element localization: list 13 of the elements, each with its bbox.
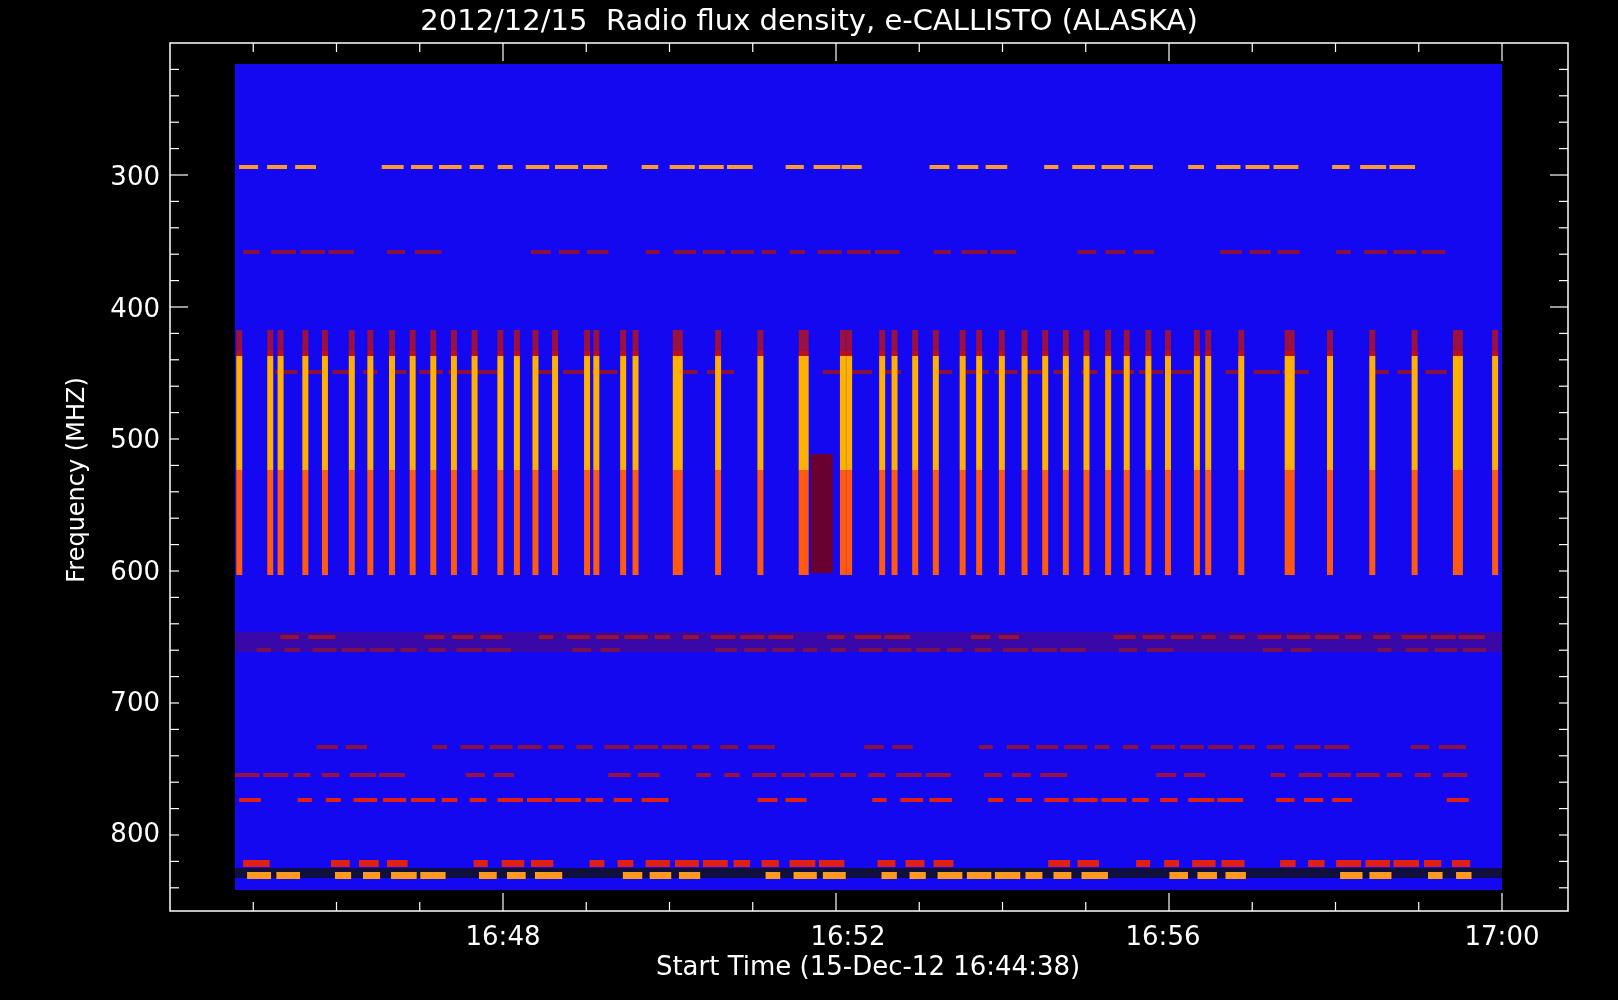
chart-title: 2012/12/15 Radio flux density, e-CALLISTO (ALASKA): [420, 3, 1198, 37]
x-tick-label: 16:48: [465, 921, 541, 951]
y-tick-label: 400: [110, 293, 160, 323]
x-tick-label: 16:52: [810, 921, 886, 951]
y-tick-label: 600: [110, 556, 160, 586]
x-axis-label: Start Time (15-Dec-12 16:44:38): [655, 951, 1081, 981]
x-tick-label: 17:00: [1464, 921, 1540, 951]
y-tick-label: 500: [110, 424, 160, 454]
y-axis-label: Frequency (MHZ): [62, 377, 90, 583]
y-tick-label: 700: [110, 687, 160, 717]
y-tick-label: 300: [110, 161, 160, 191]
x-tick-label: 16:56: [1125, 921, 1201, 951]
y-tick-label: 800: [110, 818, 160, 848]
